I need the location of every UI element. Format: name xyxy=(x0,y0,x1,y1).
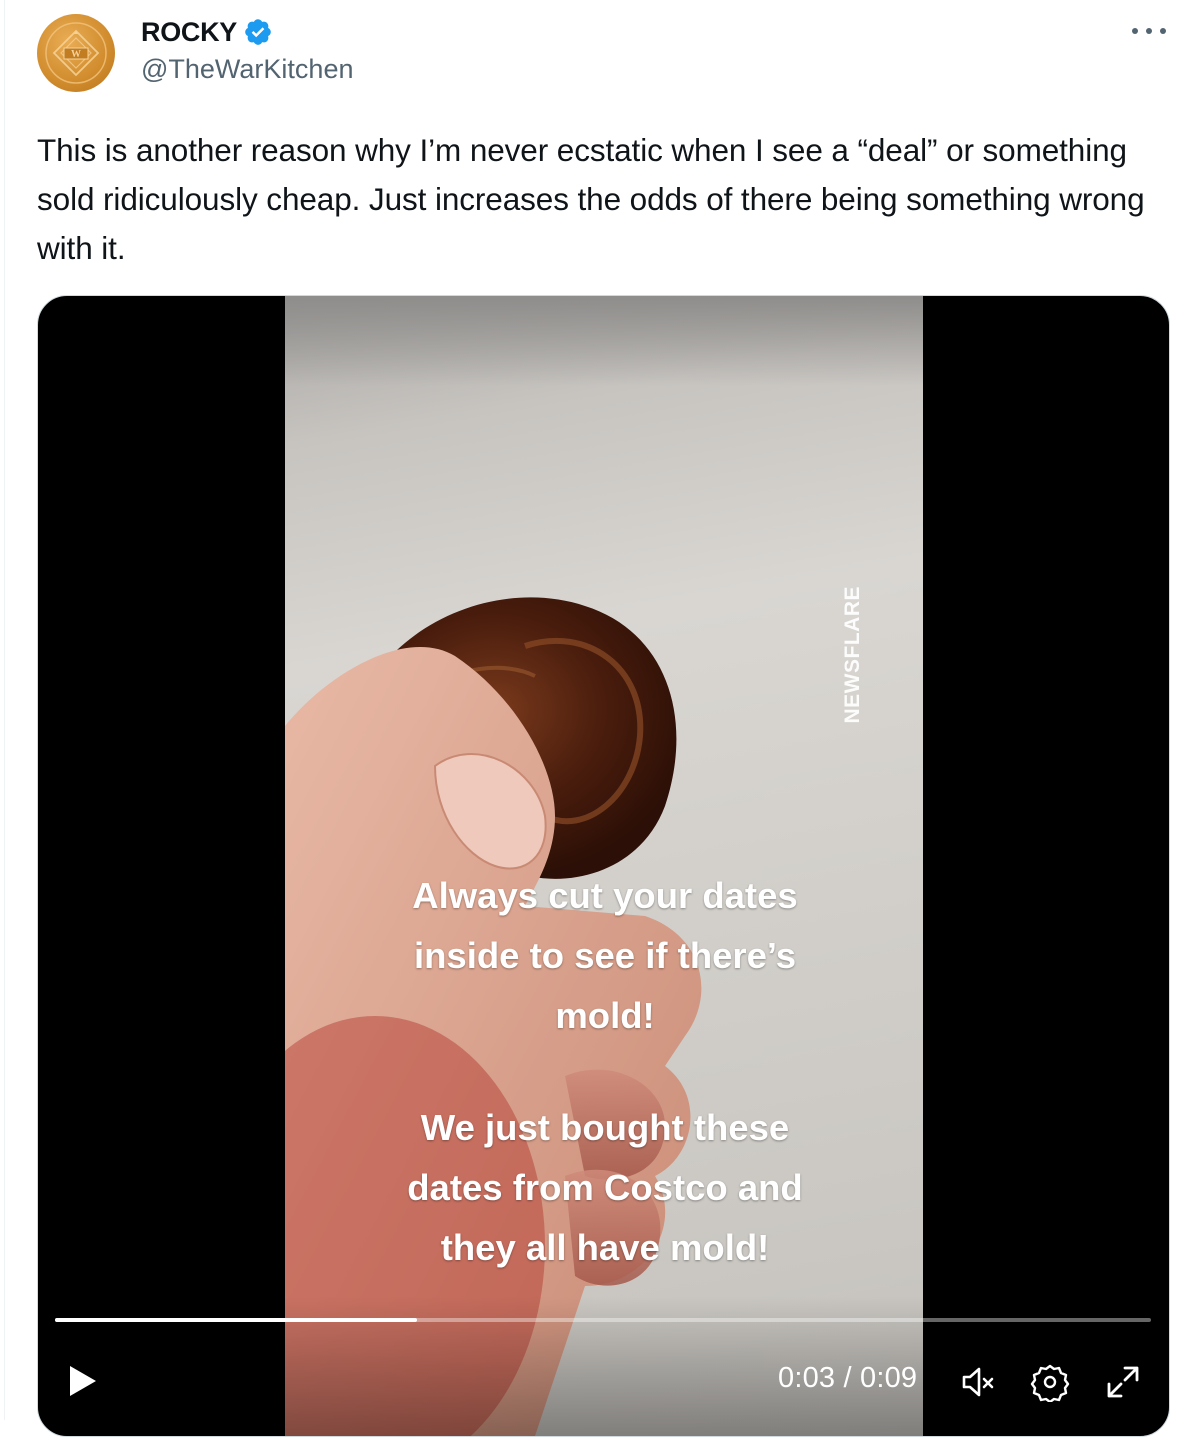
muted-speaker-icon[interactable] xyxy=(958,1362,998,1402)
video-time: 0:03 / 0:09 xyxy=(778,1362,918,1394)
video-player[interactable]: NEWSFLARE Always cut your dates inside t… xyxy=(37,295,1170,1437)
video-caption-2: We just bought these dates from Costco a… xyxy=(407,1107,803,1268)
gear-icon[interactable] xyxy=(1030,1362,1070,1402)
video-progress-fill xyxy=(55,1318,417,1322)
war-kitchen-logo-icon: W xyxy=(45,22,107,84)
avatar[interactable]: W xyxy=(37,14,115,92)
video-watermark: NEWSFLARE xyxy=(841,586,864,724)
video-caption-1: Always cut your dates inside to see if t… xyxy=(412,875,798,1036)
verified-badge-icon[interactable] xyxy=(243,17,273,47)
tweet-text: This is another reason why I’m never ecs… xyxy=(37,132,1145,266)
more-options-button[interactable] xyxy=(1127,16,1171,46)
author-name-row[interactable]: ROCKY xyxy=(141,16,273,48)
svg-text:W: W xyxy=(71,49,81,60)
video-progress-bar[interactable] xyxy=(55,1318,1151,1322)
timeline-border xyxy=(4,0,5,1420)
video-frame[interactable]: NEWSFLARE Always cut your dates inside t… xyxy=(285,296,923,1436)
more-horizontal-icon xyxy=(1132,28,1166,34)
author-display-name[interactable]: ROCKY xyxy=(141,17,237,48)
play-icon[interactable] xyxy=(62,1361,102,1401)
author-handle[interactable]: @TheWarKitchen xyxy=(141,54,353,85)
expand-icon[interactable] xyxy=(1103,1362,1143,1402)
